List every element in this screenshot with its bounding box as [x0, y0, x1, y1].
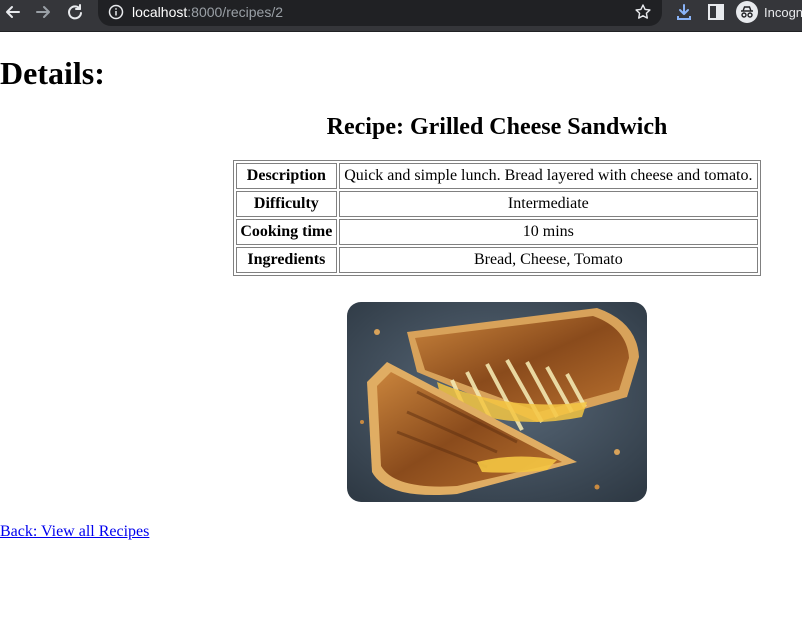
- row-label-difficulty: Difficulty: [236, 191, 337, 217]
- browser-toolbar: localhost:8000/recipes/2 Incogn: [0, 0, 802, 32]
- reload-icon: [68, 4, 82, 20]
- forward-button[interactable]: [30, 0, 56, 24]
- arrow-right-icon: [36, 6, 50, 18]
- back-button[interactable]: [0, 0, 26, 24]
- star-icon[interactable]: [634, 3, 652, 21]
- recipe-image: [347, 302, 647, 502]
- row-label-description: Description: [236, 163, 337, 189]
- row-value-cooking-time: 10 mins: [338, 219, 758, 245]
- table-row: Description Quick and simple lunch. Brea…: [236, 163, 758, 189]
- row-label-ingredients: Ingredients: [236, 247, 337, 273]
- recipe-title: Recipe: Grilled Cheese Sandwich: [326, 114, 668, 140]
- side-panel-icon[interactable]: [706, 2, 726, 22]
- row-value-difficulty: Intermediate: [338, 191, 758, 217]
- download-icon[interactable]: [674, 2, 694, 22]
- info-icon[interactable]: [108, 4, 124, 20]
- row-value-ingredients: Bread, Cheese, Tomato: [338, 247, 758, 273]
- table-row: Ingredients Bread, Cheese, Tomato: [236, 247, 758, 273]
- row-value-description: Quick and simple lunch. Bread layered wi…: [338, 163, 758, 189]
- page-title: Details:: [0, 55, 105, 91]
- table-row: Difficulty Intermediate: [236, 191, 758, 217]
- arrow-left-icon: [6, 6, 20, 18]
- profile-label: Incogn: [764, 4, 802, 20]
- address-bar[interactable]: localhost:8000/recipes/2: [98, 0, 662, 26]
- profile-button[interactable]: Incogn: [736, 0, 802, 24]
- back-to-recipes-link[interactable]: Back: View all Recipes: [0, 522, 149, 542]
- reload-button[interactable]: [62, 0, 88, 24]
- url-path: :8000/recipes/2: [187, 4, 283, 20]
- url-host: localhost: [132, 4, 188, 20]
- table-row: Cooking time 10 mins: [236, 219, 758, 245]
- url-text[interactable]: localhost:8000/recipes/2: [132, 3, 283, 21]
- incognito-icon: [736, 1, 758, 23]
- row-label-cooking-time: Cooking time: [236, 219, 337, 245]
- recipe-details-table: Description Quick and simple lunch. Brea…: [233, 160, 761, 276]
